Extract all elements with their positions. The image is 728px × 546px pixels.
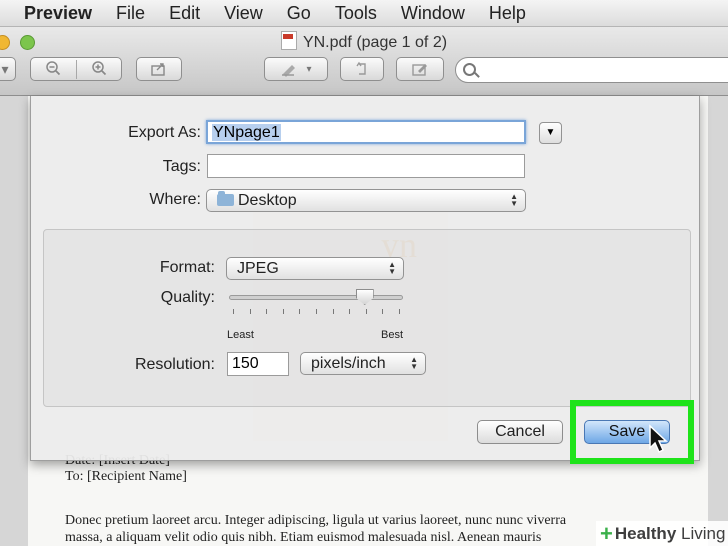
- resolution-unit-value: pixels/inch: [311, 355, 386, 372]
- slider-tick: [316, 309, 317, 314]
- brand-watermark: + Healthy Living: [596, 521, 728, 546]
- where-popup[interactable]: Desktop ▲ ▼: [206, 189, 526, 212]
- document-recipient-line: To: [Recipient Name]: [65, 469, 187, 484]
- zoom-out-icon: [46, 60, 61, 75]
- rotate-icon: [356, 61, 366, 75]
- resolution-unit-popup[interactable]: pixels/inch ▲ ▼: [300, 352, 426, 375]
- popup-arrows-icon: ▲ ▼: [510, 192, 518, 208]
- window-title-text: YN.pdf (page 1 of 2): [302, 34, 448, 51]
- search-field[interactable]: [455, 57, 728, 83]
- pdf-file-icon: [280, 31, 297, 50]
- zoom-in-button[interactable]: [77, 60, 122, 79]
- where-label: Where:: [149, 191, 201, 208]
- format-options-group: [43, 229, 691, 407]
- slider-tick: [249, 309, 251, 314]
- sidebar-toggle-button[interactable]: ▾: [0, 57, 16, 81]
- rotate-button[interactable]: [340, 57, 384, 81]
- mouse-pointer-icon: [649, 424, 668, 454]
- menu-edit[interactable]: Edit: [157, 3, 212, 24]
- format-popup[interactable]: JPEG ▲ ▼: [226, 257, 404, 280]
- chevron-down-icon: ▾: [306, 63, 312, 75]
- slider-tick: [382, 309, 384, 314]
- zoom-in-icon: [92, 60, 106, 75]
- menu-window[interactable]: Window: [389, 3, 477, 24]
- slider-tick: [349, 309, 351, 314]
- popup-arrows-icon: ▲ ▼: [410, 355, 418, 371]
- format-value: JPEG: [237, 260, 279, 277]
- window-toolbar: YN.pdf (page 1 of 2) ▾ ▾: [0, 27, 728, 96]
- cancel-button[interactable]: Cancel: [477, 420, 563, 444]
- resolution-label: Resolution:: [134, 356, 215, 373]
- document-paragraph-line: massa, a aliquam velit odio quis nibh. E…: [65, 530, 542, 545]
- plus-icon: +: [600, 521, 613, 546]
- chevron-down-icon: ▼: [545, 127, 556, 138]
- highlighter-icon: [282, 65, 296, 77]
- where-value: Desktop: [238, 192, 297, 209]
- quality-label: Quality:: [160, 289, 215, 306]
- menu-bar: Preview File Edit View Go Tools Window H…: [0, 0, 728, 27]
- export-as-field[interactable]: YNpage1: [206, 120, 526, 144]
- resolution-field[interactable]: 150: [227, 352, 289, 376]
- slider-tick: [299, 309, 301, 314]
- export-as-value: YNpage1: [212, 124, 281, 141]
- tags-label: Tags:: [162, 158, 201, 175]
- slider-tick: [282, 309, 284, 314]
- slider-tick: [399, 309, 400, 314]
- share-icon: [151, 63, 165, 76]
- highlight-button[interactable]: ▾: [264, 57, 328, 81]
- quality-slider-track[interactable]: [229, 295, 403, 300]
- zoom-control: [30, 57, 122, 81]
- pencil-box-icon: [412, 64, 427, 76]
- slider-tick: [365, 309, 367, 314]
- menu-tools[interactable]: Tools: [323, 3, 389, 24]
- brand-first-word: Healthy: [614, 524, 677, 543]
- slider-tick: [266, 309, 268, 314]
- save-highlight-box: [570, 400, 694, 464]
- format-label: Format:: [159, 259, 215, 276]
- markup-button[interactable]: [396, 57, 444, 81]
- document-paragraph-line: Donec pretium laoreet arcu. Integer adip…: [65, 513, 567, 528]
- slider-tick: [332, 309, 334, 314]
- export-as-label: Export As:: [128, 124, 201, 141]
- tags-field[interactable]: [207, 154, 525, 178]
- chevron-down-icon: ▾: [1, 60, 9, 77]
- menu-view[interactable]: View: [212, 3, 275, 24]
- zoom-out-button[interactable]: [31, 59, 77, 79]
- quality-max-label: Best: [381, 329, 404, 341]
- quality-min-label: Least: [227, 329, 254, 341]
- window-title: YN.pdf (page 1 of 2): [0, 31, 728, 52]
- search-icon: [463, 63, 476, 76]
- menu-go[interactable]: Go: [275, 3, 323, 24]
- menu-app-preview[interactable]: Preview: [0, 3, 104, 24]
- slider-tick: [233, 309, 234, 314]
- menu-file[interactable]: File: [104, 3, 157, 24]
- popup-arrows-icon: ▲ ▼: [388, 260, 396, 276]
- brand-second-word: Living: [681, 524, 726, 543]
- menu-help[interactable]: Help: [477, 3, 538, 24]
- share-button[interactable]: [136, 57, 182, 81]
- expand-browser-button[interactable]: ▼: [539, 122, 562, 144]
- folder-icon: [217, 191, 234, 206]
